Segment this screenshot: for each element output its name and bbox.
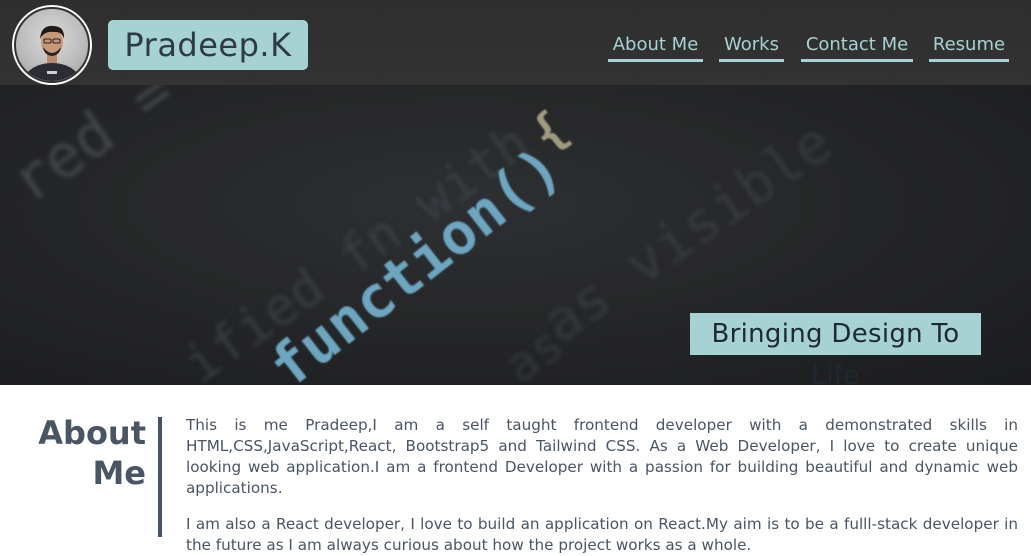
about-paragraph-1: This is me Pradeep,I am a self taught fr… (186, 416, 1018, 497)
about-body: This is me Pradeep,I am a self taught fr… (186, 415, 1018, 556)
about-divider (158, 417, 162, 537)
nav-resume[interactable]: Resume (929, 30, 1009, 62)
nav-about-me[interactable]: About Me (608, 30, 703, 62)
about-paragraph-2: I am also a React developer, I love to b… (186, 515, 1018, 554)
about-heading-line2: Me (92, 454, 146, 492)
site-header: Pradeep.K About Me Works Contact Me Resu… (0, 0, 1031, 85)
about-section: About Me This is me Pradeep,I am a self … (0, 385, 1031, 554)
nav-contact-me[interactable]: Contact Me (801, 30, 913, 62)
main-nav: About Me Works Contact Me Resume (0, 30, 1031, 64)
about-heading: About Me (20, 413, 146, 493)
hero-tagline: Bringing Design To Life (690, 313, 981, 385)
about-heading-line1: About (38, 414, 146, 452)
hero-banner: red = ified fn with as visible as functi… (0, 85, 1031, 385)
nav-works[interactable]: Works (719, 30, 784, 62)
